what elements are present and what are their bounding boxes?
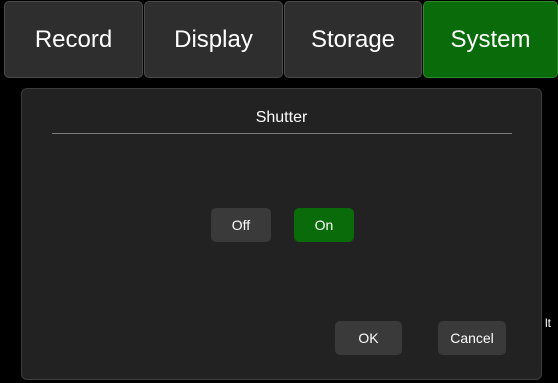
tab-bar: Record Display Storage System <box>0 0 558 80</box>
tab-display[interactable]: Display <box>144 1 283 78</box>
shutter-on-button[interactable]: On <box>294 208 354 242</box>
screen: Record Display Storage System lt Shutter… <box>0 0 558 383</box>
cancel-button[interactable]: Cancel <box>438 321 506 355</box>
shutter-dialog: Shutter Off On OK Cancel <box>21 88 542 380</box>
shutter-off-button[interactable]: Off <box>211 208 271 242</box>
background-label: lt <box>545 316 551 330</box>
tab-record[interactable]: Record <box>4 1 143 78</box>
tab-storage[interactable]: Storage <box>284 1 422 78</box>
dialog-title: Shutter <box>255 109 308 126</box>
ok-button[interactable]: OK <box>335 321 402 355</box>
tab-system[interactable]: System <box>423 1 558 78</box>
title-divider <box>52 133 512 134</box>
